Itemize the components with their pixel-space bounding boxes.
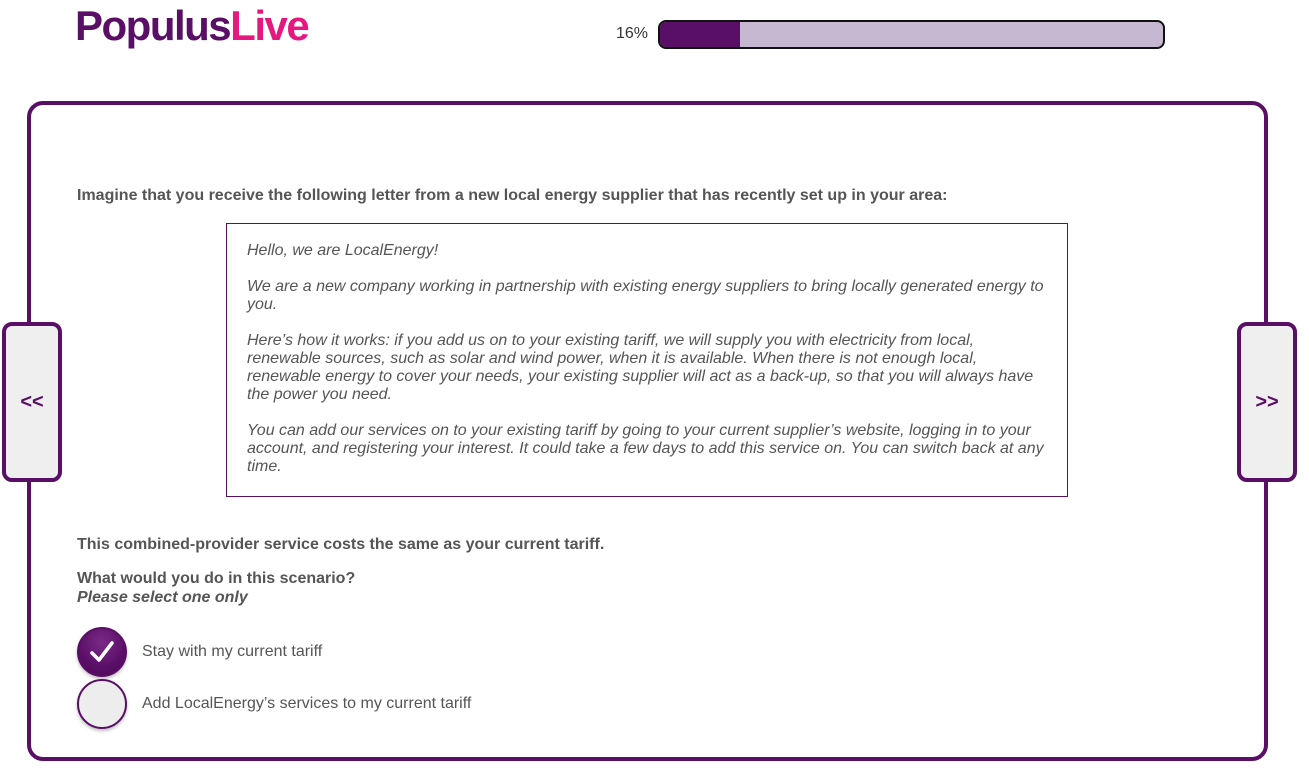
letter-paragraph-3: You can add our services on to your exis… (247, 422, 1044, 475)
checkmark-icon (90, 641, 114, 662)
logo-text-live: Live (230, 2, 310, 49)
letter-greeting: Hello, we are LocalEnergy! (247, 242, 439, 259)
letter-box: Hello, we are LocalEnergy! We are a new … (226, 223, 1068, 497)
previous-button[interactable]: << (2, 322, 62, 482)
progress-bar-fill (660, 22, 741, 47)
option-label: Stay with my current tariff (142, 643, 323, 660)
letter-paragraph-1: We are a new company working in partners… (247, 278, 1044, 313)
instruction-text: Please select one only (77, 589, 248, 606)
question-text: What would you do in this scenario? (77, 570, 356, 587)
option-stay-current-tariff[interactable]: Stay with my current tariff (77, 627, 322, 677)
letter-paragraph-2: Here’s how it works: if you add us on to… (247, 332, 1034, 403)
progress-bar (658, 20, 1165, 49)
progress-percent-label: 16% (615, 25, 648, 42)
radio-button-unselected[interactable] (77, 679, 127, 729)
option-label: Add LocalEnergy’s services to my current… (142, 695, 472, 712)
logo-text-populus: Populus (75, 2, 232, 49)
radio-button-selected[interactable] (77, 627, 127, 677)
next-button[interactable]: >> (1237, 322, 1297, 482)
populuslive-logo: PopulusLive (75, 2, 310, 50)
cost-note: This combined-provider service costs the… (77, 536, 605, 553)
option-add-localenergy[interactable]: Add LocalEnergy’s services to my current… (77, 679, 471, 729)
scenario-intro-text: Imagine that you receive the following l… (77, 187, 948, 204)
